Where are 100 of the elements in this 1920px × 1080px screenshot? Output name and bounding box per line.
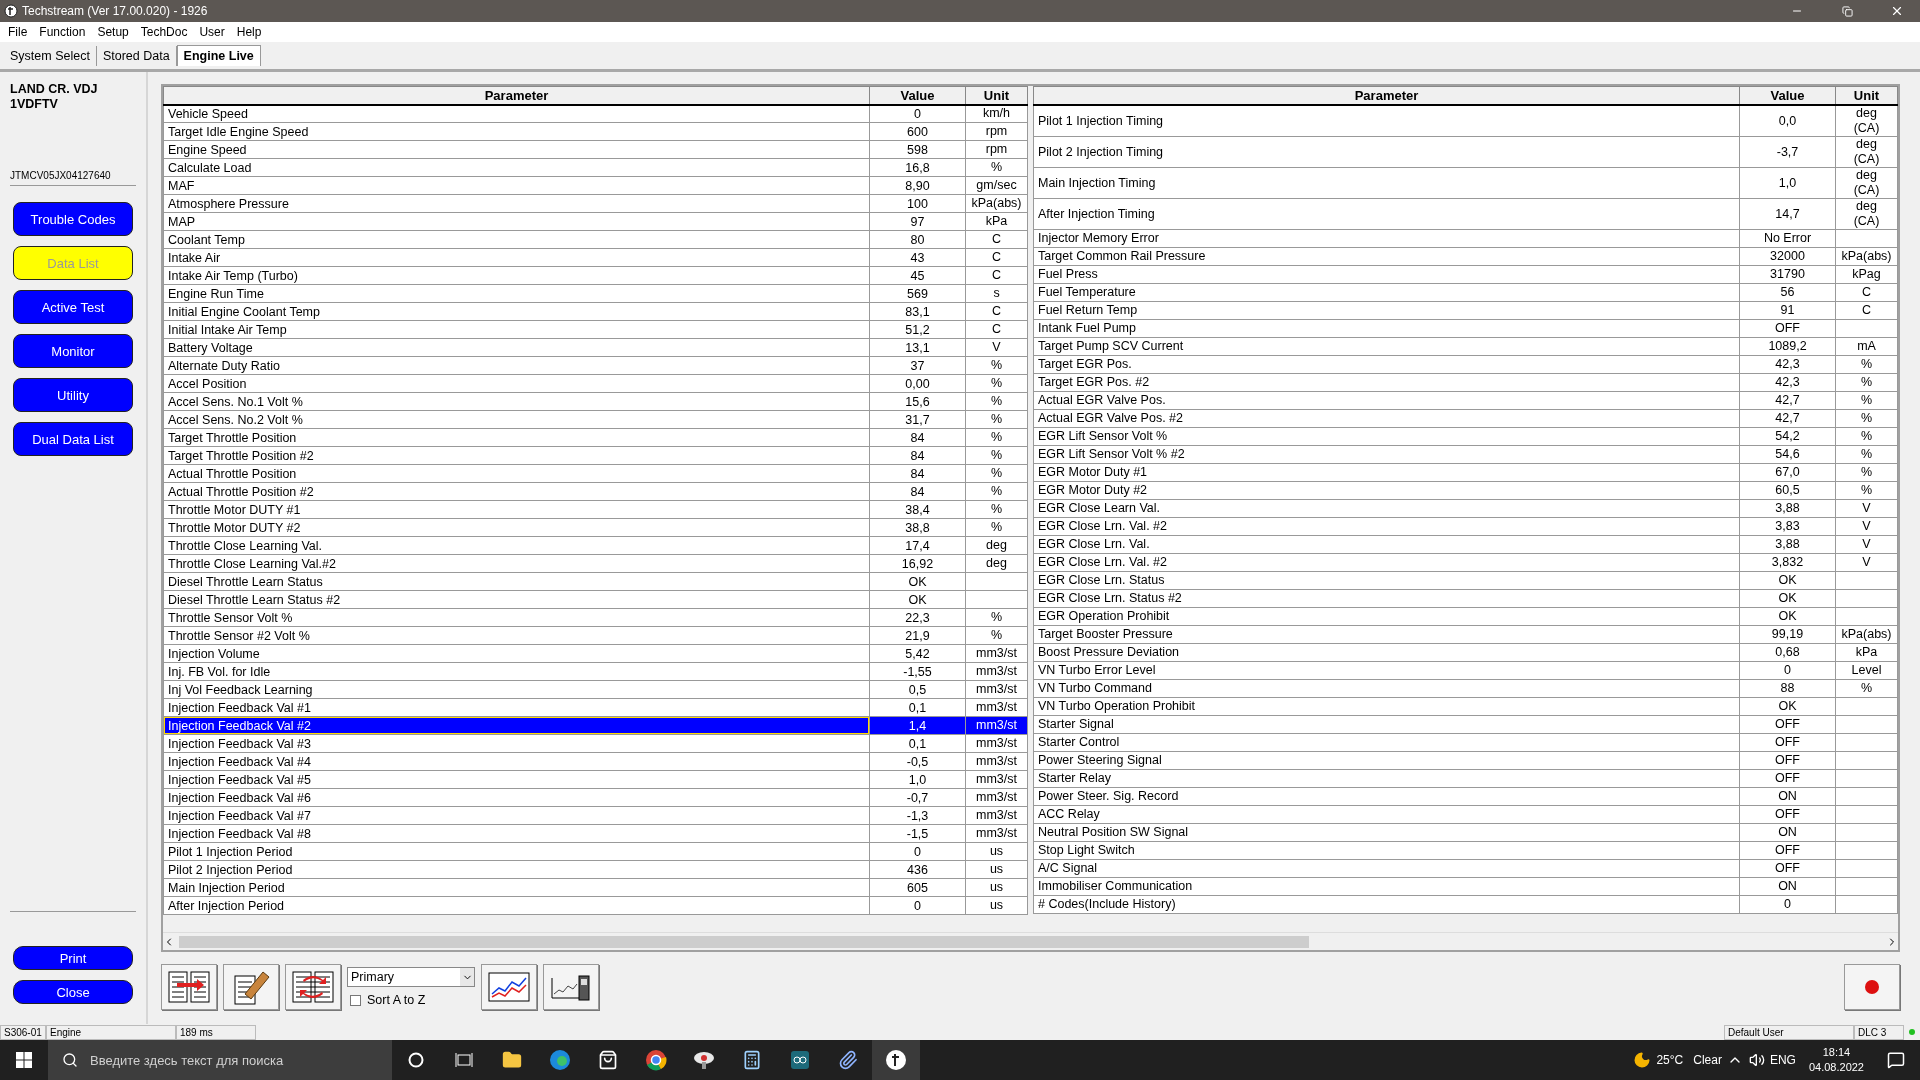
column-header[interactable]: Unit [965,86,1028,105]
group-dropdown[interactable]: Primary [347,967,475,987]
value-cell: OK [1739,589,1836,607]
nav-button[interactable]: Active Test [13,290,133,324]
menu-item[interactable]: Help [230,25,268,39]
value-cell: 16,92 [869,554,966,573]
parameter-cell: Intake Air Temp (Turbo) [163,266,870,285]
value-cell: 0 [869,104,966,123]
edit-button[interactable] [223,964,279,1010]
parameter-cell: Throttle Close Learning Val. [163,536,870,555]
value-cell: 84 [869,446,966,465]
value-cell: 13,1 [869,338,966,357]
unit-cell: % [1835,427,1898,445]
unit-cell: us [965,860,1028,879]
action-button[interactable]: Print [13,946,133,970]
value-cell: 45 [869,266,966,285]
value-cell: 42,7 [1739,391,1836,409]
table-row[interactable]: Pilot 1 Injection Timing 0,0 deg (CA) [1033,104,1898,136]
value-cell: OFF [1739,715,1836,733]
parameter-cell: Injector Memory Error [1033,229,1740,247]
value-cell: OFF [1739,859,1836,877]
parameter-cell: Injection Feedback Val #5 [163,770,870,789]
value-cell: 84 [869,428,966,447]
status-system: Engine [46,1024,176,1040]
horizontal-scrollbar[interactable] [163,932,1898,950]
column-header[interactable]: Value [1739,86,1836,105]
unit-cell: % [1835,391,1898,409]
value-cell: 42,7 [1739,409,1836,427]
nav-button[interactable]: Monitor [13,334,133,368]
value-cell: 0,68 [1739,643,1836,661]
menu-item[interactable]: TechDoc [134,25,194,39]
unit-cell: % [965,518,1028,537]
record-button[interactable] [1844,964,1900,1010]
list-swap-icon [291,970,335,1004]
table-row[interactable]: Pilot 2 Injection Timing -3,7 deg (CA) [1033,136,1898,167]
parameter-cell: Coolant Temp [163,230,870,249]
column-header[interactable]: Value [869,86,966,105]
window-title: Techstream (Ver 17.00.020) - 1926 [22,4,209,18]
unit-cell: % [965,608,1028,627]
search-field[interactable]: Введите здесь текст для поиска [48,1040,392,1080]
parameter-cell: Fuel Temperature [1033,283,1740,301]
menu-item[interactable]: Setup [91,25,135,39]
unit-cell: us [965,842,1028,861]
chart-button[interactable] [543,964,599,1010]
parameter-cell: Starter Control [1033,733,1740,751]
swap-button[interactable] [285,964,341,1010]
tab[interactable]: System Select [4,46,97,66]
parameter-cell: Actual Throttle Position #2 [163,482,870,501]
menu-item[interactable]: User [193,25,231,39]
unit-cell: % [1835,373,1898,391]
tab[interactable]: Engine Live [176,45,261,66]
search-icon [62,1052,78,1068]
unit-cell: deg (CA) [1835,104,1898,136]
parameter-cell: Inj. FB Vol. for Idle [163,662,870,681]
value-cell: 91 [1739,301,1836,319]
value-cell: 42,3 [1739,355,1836,373]
nav-button[interactable]: Trouble Codes [13,202,133,236]
graph-button[interactable] [481,964,537,1010]
techstream-button[interactable] [872,1040,920,1080]
value-cell: 84 [869,482,966,501]
task-view-icon [455,1052,473,1068]
unit-cell: mm3/st [965,806,1028,825]
value-cell: 3,83 [1739,517,1836,535]
value-cell: 88 [1739,679,1836,697]
column-header[interactable]: Unit [1835,86,1898,105]
nav-button[interactable]: Utility [13,378,133,412]
parameter-cell: MAP [163,212,870,231]
value-cell: -0,7 [869,788,966,807]
tab[interactable]: Stored Data [96,46,177,66]
value-cell: ON [1739,823,1836,841]
menu-item[interactable]: Function [33,25,92,39]
parameter-cell: Actual Throttle Position [163,464,870,483]
clock[interactable]: 18:14 04.08.2022 [1800,1045,1872,1075]
value-cell: 37 [869,356,966,375]
parameter-cell: Alternate Duty Ratio [163,356,870,375]
unit-cell: C [965,302,1028,321]
parameter-cell: Throttle Close Learning Val.#2 [163,554,870,573]
value-cell: 0 [869,896,966,915]
transfer-button[interactable] [161,964,217,1010]
weather-text: Clear [1692,1053,1723,1067]
unit-cell: V [1835,535,1898,553]
speaker-icon[interactable] [1748,1052,1765,1068]
value-cell: 0,0 [1739,104,1836,136]
parameter-cell: VN Turbo Command [1033,679,1740,697]
sort-checkbox[interactable] [350,994,361,1006]
parameter-cell: Injection Feedback Val #3 [163,734,870,753]
unit-cell: deg [965,554,1028,573]
value-cell: 16,8 [869,158,966,177]
windows-logo-icon [16,1052,32,1068]
column-header[interactable]: Parameter [163,86,870,105]
language-indicator[interactable]: ENG [1764,1053,1801,1067]
column-header[interactable]: Parameter [1033,86,1740,105]
value-cell: 84 [869,464,966,483]
table-row[interactable]: Main Injection Timing 1,0 deg (CA) [1033,167,1898,198]
parameter-cell: EGR Motor Duty #2 [1033,481,1740,499]
menu-item[interactable]: File [2,25,34,39]
nav-button[interactable]: Dual Data List [13,422,133,456]
action-button[interactable]: Close [13,980,133,1004]
table-row[interactable]: After Injection Timing 14,7 deg (CA) [1033,198,1898,229]
unit-cell: s [965,284,1028,303]
